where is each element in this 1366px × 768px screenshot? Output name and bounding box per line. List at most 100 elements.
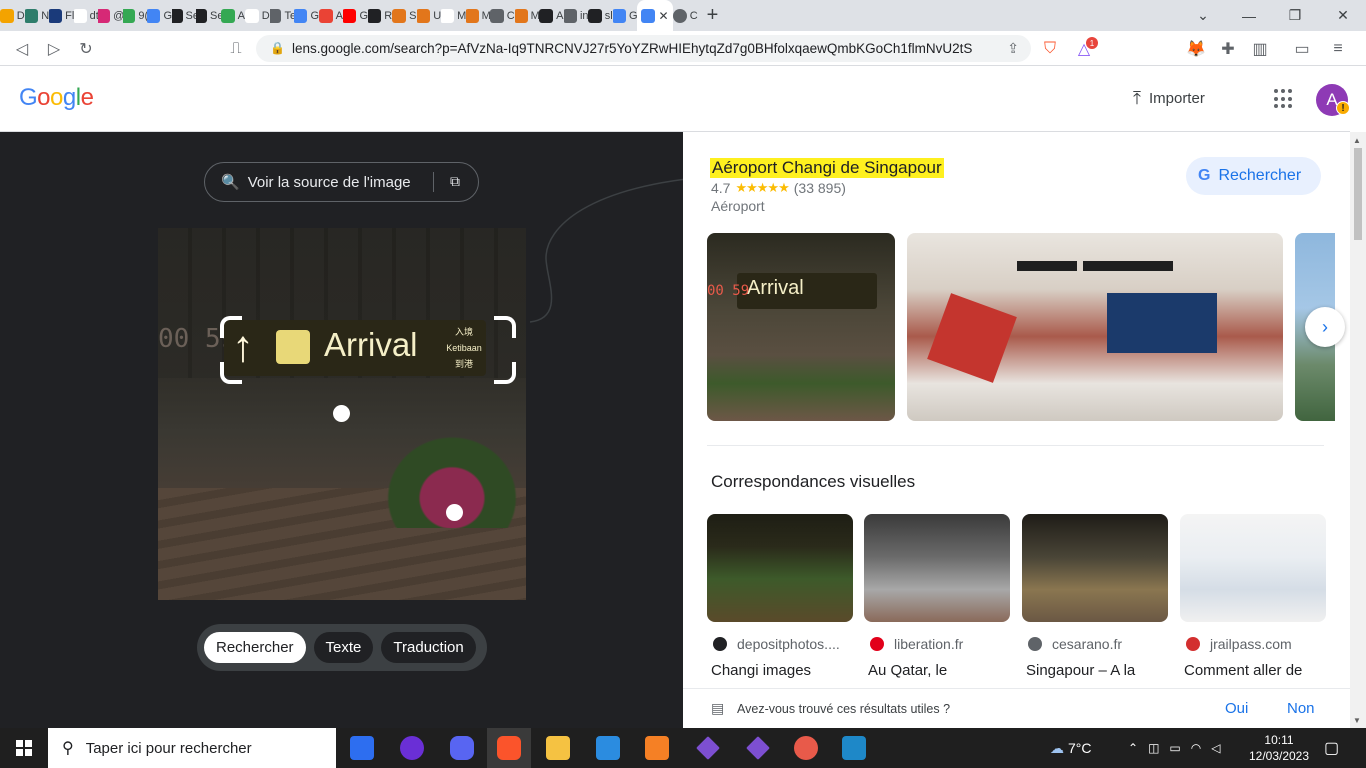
extensions-icon[interactable]: ✚ bbox=[1214, 35, 1242, 63]
browser-tab[interactable]: dt bbox=[73, 0, 98, 31]
browser-tab[interactable]: A bbox=[539, 0, 564, 31]
browser-tab[interactable]: sl bbox=[588, 0, 613, 31]
selection-corner-handle[interactable] bbox=[220, 362, 242, 384]
browser-tab[interactable]: 9( bbox=[122, 0, 147, 31]
url-text[interactable]: lens.google.com/search?p=AfVzNa-Iq9TNRCN… bbox=[292, 41, 972, 56]
wifi-icon[interactable]: ◠ bbox=[1191, 741, 1201, 755]
close-window-button[interactable]: ✕ bbox=[1320, 0, 1366, 31]
share-icon[interactable]: ⇪ bbox=[1007, 40, 1019, 57]
vscode-icon[interactable] bbox=[596, 736, 620, 760]
selection-corner-handle[interactable] bbox=[494, 316, 516, 338]
browser-tab[interactable]: in bbox=[563, 0, 588, 31]
place-title[interactable]: Aéroport Changi de Singapour bbox=[710, 158, 944, 178]
browser-tab[interactable]: Se bbox=[196, 0, 221, 31]
mode-tab-text[interactable]: Texte bbox=[313, 632, 374, 663]
browser-tab[interactable]: Fl bbox=[49, 0, 74, 31]
browser-tab[interactable]: D bbox=[0, 0, 25, 31]
scrollbar-thumb[interactable] bbox=[1354, 148, 1362, 240]
selection-corner-handle[interactable] bbox=[494, 362, 516, 384]
place-image[interactable]: Arrival 00 59 bbox=[707, 233, 895, 421]
browser-tab[interactable]: U bbox=[416, 0, 441, 31]
app-icon[interactable] bbox=[842, 736, 866, 760]
browser-tab-active[interactable]: ✕ bbox=[637, 0, 673, 31]
file-explorer-icon[interactable] bbox=[546, 736, 570, 760]
browser-tab[interactable]: G bbox=[612, 0, 637, 31]
brave-shields-icon[interactable]: ⛉ bbox=[1036, 35, 1064, 63]
notifications-icon[interactable]: ▢ bbox=[1324, 728, 1339, 768]
app-icon[interactable] bbox=[794, 736, 818, 760]
browser-tab[interactable]: C bbox=[673, 0, 698, 31]
visual-match-source[interactable]: depositphotos.... bbox=[713, 636, 840, 652]
google-search-button[interactable]: G Rechercher bbox=[1186, 157, 1321, 195]
reload-icon[interactable]: ↻ bbox=[72, 35, 100, 63]
maximize-button[interactable]: ❐ bbox=[1272, 0, 1318, 31]
app-icon[interactable] bbox=[746, 736, 770, 760]
battery-icon[interactable]: ▭ bbox=[1169, 741, 1180, 755]
taskbar-search[interactable]: ⚲ Taper ici pour rechercher bbox=[48, 728, 336, 768]
tab-close-icon[interactable]: ✕ bbox=[658, 9, 668, 23]
menu-icon[interactable]: ≡ bbox=[1324, 35, 1352, 63]
object-selection-dot[interactable] bbox=[446, 504, 463, 521]
browser-tab[interactable]: D bbox=[245, 0, 270, 31]
wallet-icon[interactable]: ▭ bbox=[1288, 35, 1316, 63]
import-button[interactable]: ⤒ Importer bbox=[1133, 88, 1205, 109]
app-icon[interactable] bbox=[696, 736, 720, 760]
visual-match-thumbnail[interactable] bbox=[1022, 514, 1168, 622]
browser-tab[interactable]: A bbox=[318, 0, 344, 31]
visual-match-source[interactable]: liberation.fr bbox=[870, 636, 963, 652]
chevron-up-icon[interactable]: ⌃ bbox=[1128, 741, 1138, 755]
scroll-up-icon[interactable]: ▲ bbox=[1353, 136, 1361, 145]
browser-tab[interactable]: C bbox=[490, 0, 515, 31]
mode-tab-translate[interactable]: Traduction bbox=[381, 632, 476, 663]
sidebar-icon[interactable]: ▥ bbox=[1246, 35, 1274, 63]
browser-tab[interactable]: G bbox=[343, 0, 368, 31]
taskbar-clock[interactable]: 10:11 12/03/2023 bbox=[1246, 732, 1312, 764]
volume-icon[interactable]: ◁ bbox=[1211, 741, 1220, 755]
visual-match-source[interactable]: cesarano.fr bbox=[1028, 636, 1122, 652]
google-apps-icon[interactable] bbox=[1274, 89, 1294, 109]
visual-match-title[interactable]: Changi images bbox=[711, 662, 811, 679]
browser-tab[interactable]: A bbox=[220, 0, 246, 31]
tab-search-icon[interactable]: ⌄ bbox=[1180, 0, 1226, 31]
mode-tab-search[interactable]: Rechercher bbox=[204, 632, 306, 663]
visual-match-source[interactable]: jrailpass.com bbox=[1186, 636, 1292, 652]
forward-icon[interactable]: ▷ bbox=[40, 35, 68, 63]
minimize-button[interactable]: — bbox=[1226, 0, 1272, 31]
scroll-down-icon[interactable]: ▼ bbox=[1353, 716, 1361, 725]
browser-tab[interactable]: N bbox=[24, 0, 49, 31]
sublime-icon[interactable] bbox=[645, 736, 669, 760]
visual-match-thumbnail[interactable] bbox=[864, 514, 1010, 622]
browser-tab[interactable]: S bbox=[392, 0, 417, 31]
page-scrollbar[interactable]: ▲ ▼ bbox=[1350, 132, 1366, 728]
feedback-yes-button[interactable]: Oui bbox=[1225, 700, 1248, 717]
address-bar[interactable]: 🔒 lens.google.com/search?p=AfVzNa-Iq9TNR… bbox=[256, 35, 1031, 62]
browser-tab[interactable]: Te bbox=[269, 0, 294, 31]
browser-tab[interactable]: M bbox=[465, 0, 490, 31]
browser-tab[interactable]: G bbox=[147, 0, 172, 31]
visual-match-title[interactable]: Comment aller de bbox=[1184, 662, 1302, 679]
google-logo[interactable]: Google bbox=[19, 84, 94, 112]
visual-match-thumbnail[interactable] bbox=[707, 514, 853, 622]
visual-match-title[interactable]: Au Qatar, le bbox=[868, 662, 947, 679]
browser-tab[interactable]: @ bbox=[98, 0, 123, 31]
new-tab-button[interactable]: + bbox=[698, 4, 728, 27]
visual-match-thumbnail[interactable] bbox=[1180, 514, 1326, 622]
back-icon[interactable]: ◁ bbox=[8, 35, 36, 63]
view-image-source-button[interactable]: 🔍 Voir la source de l'image ⧉ bbox=[204, 162, 479, 202]
start-button[interactable] bbox=[0, 728, 48, 768]
place-image[interactable] bbox=[907, 233, 1283, 421]
app-icon[interactable] bbox=[400, 736, 424, 760]
browser-tab[interactable]: Se bbox=[171, 0, 196, 31]
selection-corner-handle[interactable] bbox=[220, 316, 242, 338]
metamask-icon[interactable]: 🦊 bbox=[1182, 35, 1210, 63]
visual-match-title[interactable]: Singapour – A la bbox=[1026, 662, 1135, 679]
next-images-button[interactable]: › bbox=[1305, 307, 1345, 347]
object-selection-dot[interactable] bbox=[333, 405, 350, 422]
discord-icon[interactable] bbox=[450, 736, 474, 760]
browser-tab[interactable]: G bbox=[294, 0, 319, 31]
weather-widget[interactable]: ☁ 7°C bbox=[1050, 728, 1092, 768]
network-icon[interactable]: ◫ bbox=[1148, 741, 1159, 755]
brave-icon[interactable] bbox=[497, 736, 521, 760]
browser-tab[interactable]: R bbox=[367, 0, 392, 31]
bookmark-icon[interactable]: ⎍ bbox=[222, 35, 250, 63]
